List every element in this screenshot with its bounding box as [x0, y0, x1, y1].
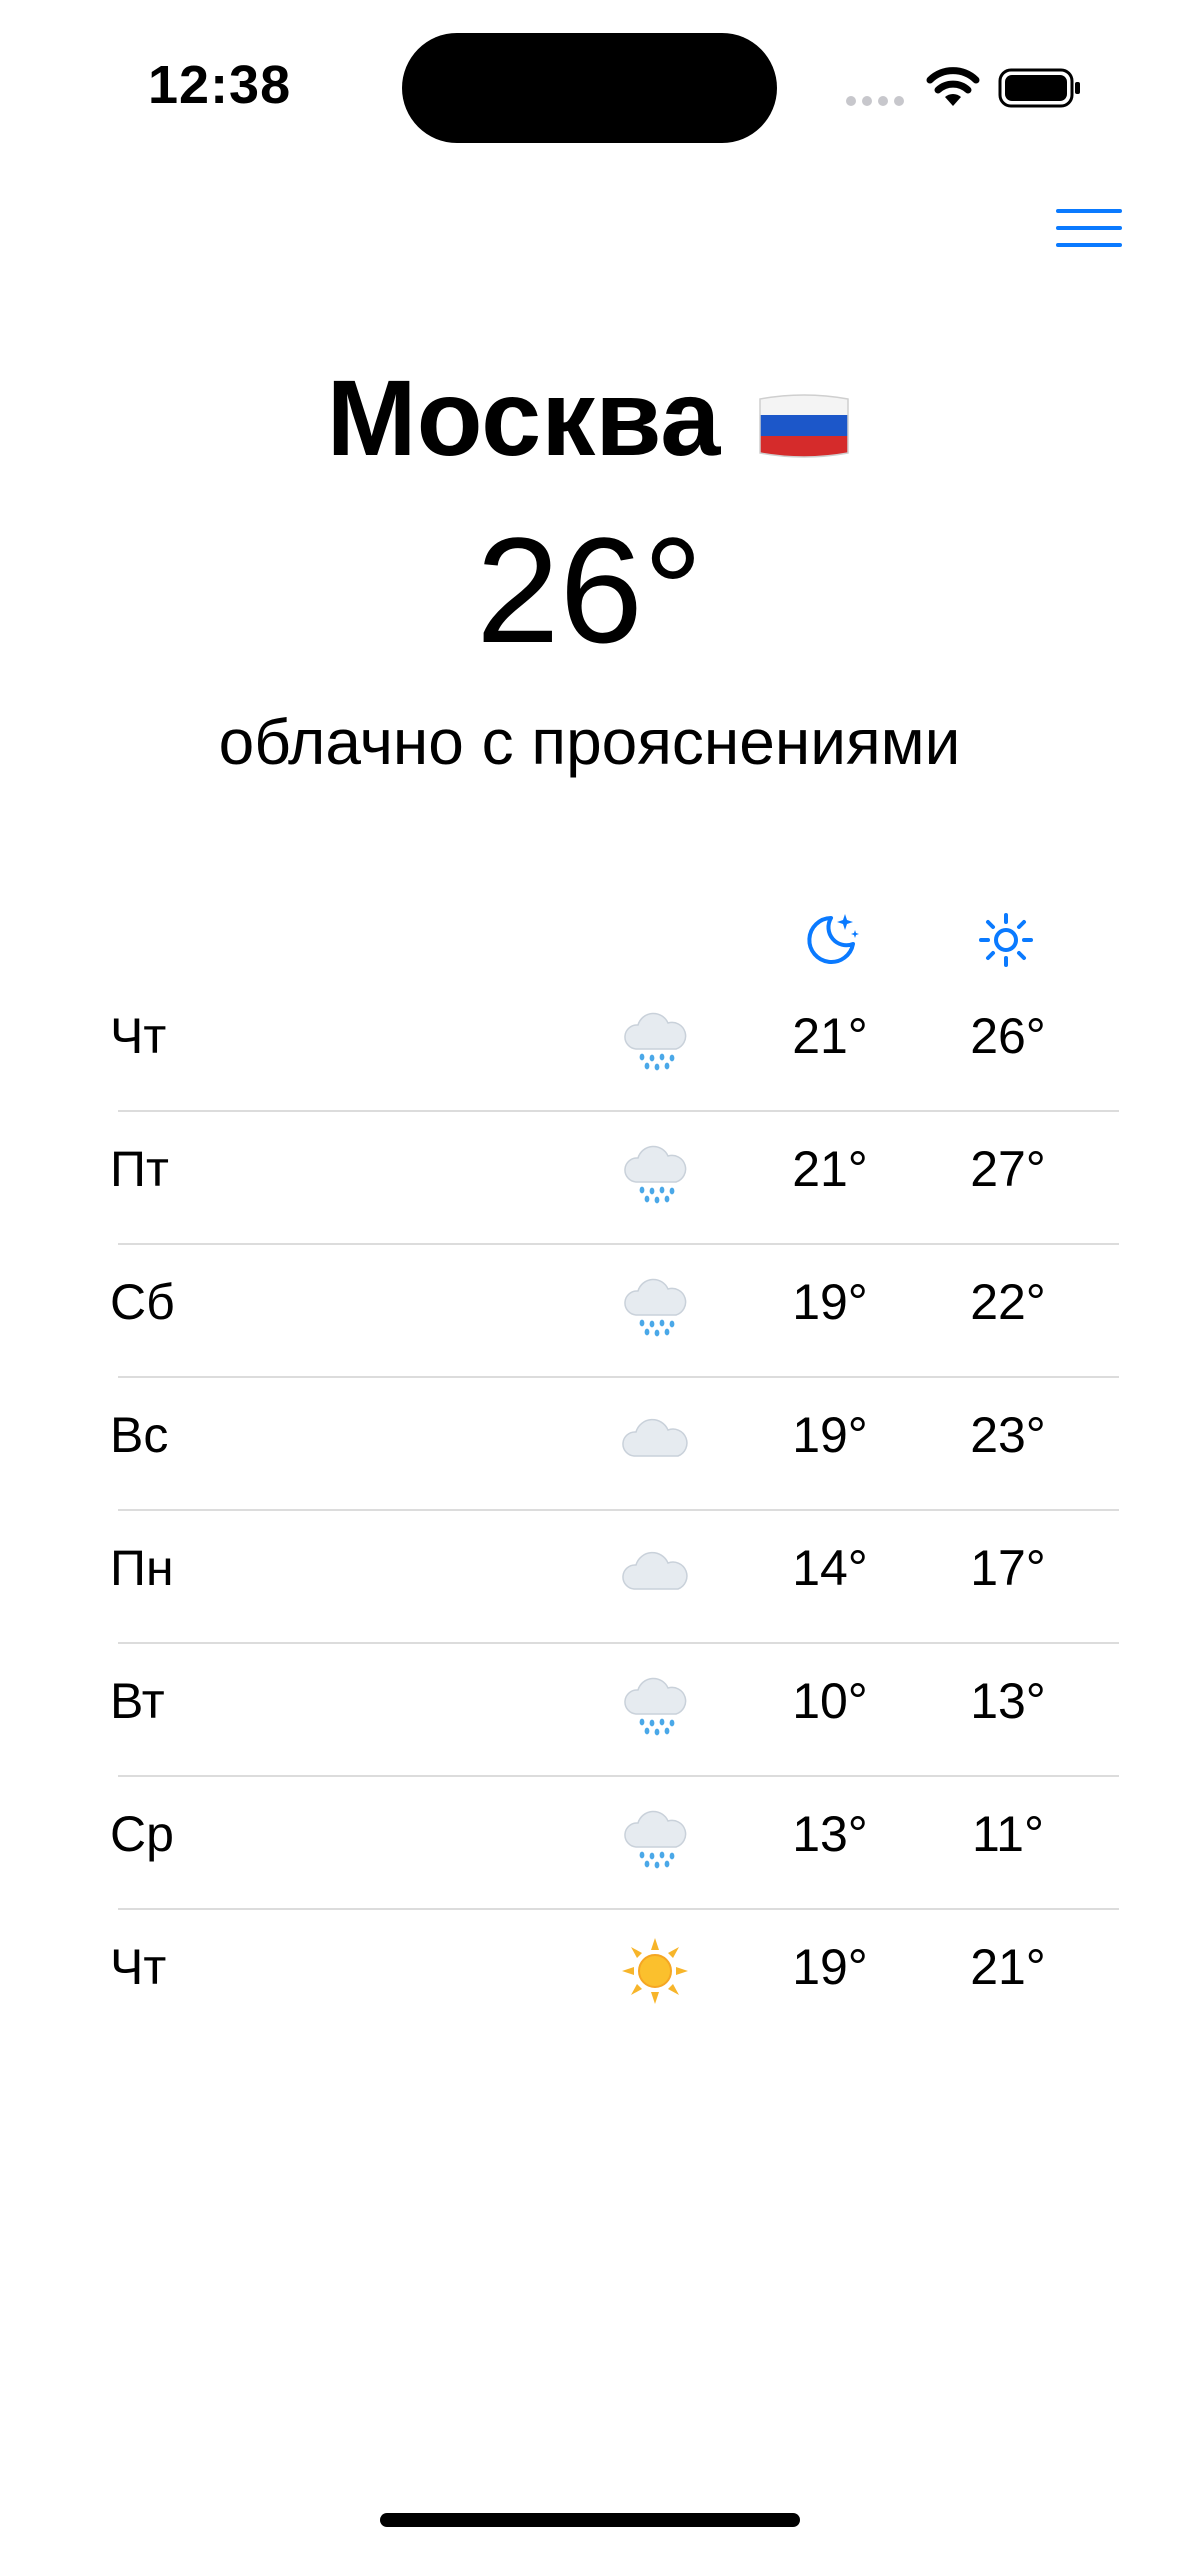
cloud-icon [620, 1404, 690, 1474]
cellular-signal-icon [846, 96, 904, 106]
city-header: Москва [0, 355, 1179, 480]
forecast-night-temp: 14° [792, 1540, 868, 1596]
forecast-day: Ср [110, 1806, 174, 1862]
moon-stars-icon [807, 914, 859, 964]
wifi-icon [926, 67, 980, 106]
rain-cloud-icon [620, 1803, 690, 1873]
forecast-day: Чт [110, 1008, 167, 1064]
weather-condition: облачно с прояснениями [218, 706, 961, 778]
forecast-list: Чт 21° 26° Пт 21° 27° Сб 19° 22° Вс 19° 23° Пн 14° 17°… [0, 979, 1179, 2043]
sun-icon [979, 913, 1033, 967]
forecast-day-temp: 27° [970, 1141, 1046, 1197]
russia-flag-icon [759, 393, 850, 458]
forecast-night-temp: 13° [792, 1806, 868, 1862]
forecast-row: Вс 19° 23° [0, 1378, 1179, 1511]
forecast-row: Ср 13° 11° [0, 1777, 1179, 1910]
forecast-day: Пт [110, 1141, 169, 1197]
home-indicator[interactable] [380, 2513, 800, 2527]
forecast-night-temp: 19° [792, 1407, 868, 1463]
forecast-day-temp: 21° [970, 1939, 1046, 1995]
status-time: 12:38 [148, 55, 292, 115]
rain-cloud-icon [620, 1005, 690, 1075]
forecast-night-temp: 19° [792, 1274, 868, 1330]
forecast-night-temp: 21° [792, 1008, 868, 1064]
battery-icon [998, 68, 1080, 108]
forecast-row: Вт 10° 13° [0, 1644, 1179, 1777]
forecast-night-temp: 21° [792, 1141, 868, 1197]
current-temperature: 26° [476, 506, 703, 674]
forecast-day: Пн [110, 1540, 174, 1596]
forecast-day-temp: 11° [972, 1806, 1044, 1862]
cloud-icon [620, 1537, 690, 1607]
city-name: Москва [326, 357, 721, 478]
forecast-row: Чт 19° 21° [0, 1910, 1179, 2043]
forecast-night-temp: 19° [792, 1939, 868, 1995]
forecast-day: Сб [110, 1274, 175, 1330]
sun-icon [620, 1936, 690, 2006]
forecast-night-temp: 10° [792, 1673, 868, 1729]
rain-cloud-icon [620, 1138, 690, 1208]
forecast-row: Чт 21° 26° [0, 979, 1179, 1112]
forecast-day-temp: 26° [970, 1008, 1046, 1064]
forecast-row: Пн 14° 17° [0, 1511, 1179, 1644]
forecast-day: Вс [110, 1407, 169, 1463]
rain-cloud-icon [620, 1271, 690, 1341]
forecast-day: Вт [110, 1673, 165, 1729]
forecast-day: Чт [110, 1939, 167, 1995]
forecast-row: Пт 21° 27° [0, 1112, 1179, 1245]
forecast-day-temp: 23° [970, 1407, 1046, 1463]
forecast-row: Сб 19° 22° [0, 1245, 1179, 1378]
dynamic-island [402, 33, 777, 143]
rain-cloud-icon [620, 1670, 690, 1740]
forecast-day-temp: 22° [970, 1274, 1046, 1330]
hamburger-menu-icon[interactable] [1056, 208, 1122, 248]
forecast-day-temp: 13° [970, 1673, 1046, 1729]
forecast-day-temp: 17° [970, 1540, 1046, 1596]
